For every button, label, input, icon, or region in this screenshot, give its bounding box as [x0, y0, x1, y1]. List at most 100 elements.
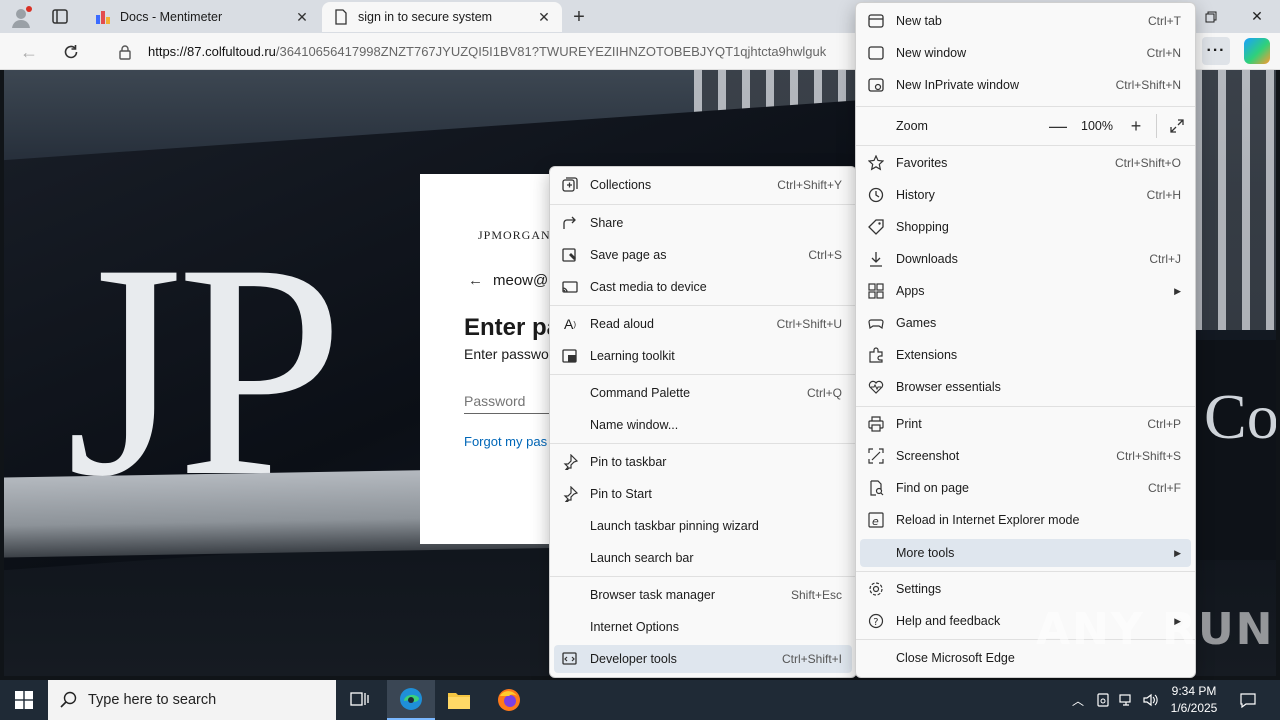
menu-item-label: Games [896, 316, 937, 330]
fullscreen-icon[interactable] [1163, 112, 1191, 140]
lock-icon[interactable] [118, 44, 134, 60]
menu-item-shortcut: Ctrl+T [1148, 14, 1181, 28]
menu-item-cast[interactable]: Cast media to device [554, 273, 852, 301]
notifications-icon[interactable] [1234, 680, 1262, 720]
menu-item-new-inprivate[interactable]: New InPrivate window Ctrl+Shift+N [860, 71, 1191, 99]
menu-item-label: Print [896, 417, 922, 431]
file-explorer-icon[interactable] [435, 680, 483, 720]
menu-item-find[interactable]: Find on page Ctrl+F [860, 474, 1191, 502]
close-tab-icon[interactable]: ✕ [536, 9, 552, 25]
tab-title: sign in to secure system [358, 10, 493, 24]
screenshot-icon [866, 446, 886, 466]
network-icon[interactable] [1116, 680, 1138, 720]
settings-and-more-button[interactable]: ··· [1202, 37, 1230, 65]
zoom-out-button[interactable]: — [1044, 112, 1072, 140]
menu-item-downloads[interactable]: Downloads Ctrl+J [860, 245, 1191, 273]
task-view-icon[interactable] [336, 680, 384, 720]
menu-item-shortcut: Ctrl+J [1149, 252, 1181, 266]
menu-item-shortcut: Ctrl+Shift+N [1115, 78, 1181, 92]
profile-avatar-icon[interactable] [8, 4, 34, 30]
menu-item-shopping[interactable]: Shopping [860, 213, 1191, 241]
menu-item-internet-options[interactable]: Internet Options [554, 613, 852, 641]
menu-item-share[interactable]: Share [554, 209, 852, 237]
back-arrow-icon[interactable]: ← [468, 272, 483, 289]
taskbar-clock[interactable]: 9:34 PM 1/6/2025 [1158, 683, 1230, 717]
menu-item-shortcut: Ctrl+H [1146, 188, 1181, 202]
close-window-icon[interactable]: ✕ [1234, 0, 1280, 33]
forgot-password-link[interactable]: Forgot my pas [464, 434, 547, 449]
menu-item-collections[interactable]: Collections Ctrl+Shift+Y [554, 171, 852, 199]
taskbar: Type here to search ︿ 9:34 PM 1/6/2025 [0, 680, 1280, 720]
zoom-label: Zoom [896, 119, 928, 133]
show-hidden-icons[interactable]: ︿ [1068, 680, 1088, 720]
menu-item-name-window[interactable]: Name window... [554, 411, 852, 439]
menu-item-screenshot[interactable]: Screenshot Ctrl+Shift+S [860, 442, 1191, 470]
menu-divider [856, 406, 1195, 407]
tab-actions-icon[interactable] [44, 4, 74, 30]
windows-start-icon[interactable] [0, 680, 48, 720]
account-identity: meow@ [493, 272, 549, 289]
menu-item-ie-mode[interactable]: e Reload in Internet Explorer mode [860, 506, 1191, 534]
menu-item-browser-essentials[interactable]: Browser essentials [860, 373, 1191, 401]
menu-item-label: Find on page [896, 481, 969, 495]
menu-item-print[interactable]: Print Ctrl+P [860, 410, 1191, 438]
anyrun-watermark: ANY RUN [1036, 604, 1275, 655]
menu-item-search-bar[interactable]: Launch search bar [554, 544, 852, 572]
close-tab-icon[interactable]: ✕ [294, 9, 310, 25]
heart-pulse-icon [866, 377, 886, 397]
firefox-icon[interactable] [485, 680, 533, 720]
menu-item-label: Internet Options [590, 620, 679, 634]
back-icon[interactable]: ← [16, 39, 42, 65]
menu-item-settings[interactable]: Settings [860, 575, 1191, 603]
menu-item-task-manager[interactable]: Browser task manager Shift+Esc [554, 581, 852, 609]
menu-item-label: Shopping [896, 220, 949, 234]
tab-mentimeter[interactable]: Docs - Mentimeter ✕ [84, 2, 320, 32]
device-icon[interactable] [1092, 680, 1114, 720]
print-icon [866, 414, 886, 434]
menu-item-favorites[interactable]: Favorites Ctrl+Shift+O [860, 149, 1191, 177]
menu-item-extensions[interactable]: Extensions [860, 341, 1191, 369]
tab-sign-in[interactable]: sign in to secure system ✕ [322, 2, 562, 32]
right-sign-text: Co. [1204, 381, 1276, 452]
menu-item-save-page[interactable]: Save page as Ctrl+S [554, 241, 852, 269]
menu-item-command-palette[interactable]: Command Palette Ctrl+Q [554, 379, 852, 407]
menu-item-label: Read aloud [590, 317, 654, 331]
menu-item-label: Launch taskbar pinning wizard [590, 519, 759, 533]
menu-item-new-window[interactable]: New window Ctrl+N [860, 39, 1191, 67]
menu-item-learning-toolkit[interactable]: Learning toolkit [554, 342, 852, 370]
menu-divider [550, 576, 856, 577]
new-tab-button[interactable]: + [566, 4, 592, 30]
menu-item-shortcut: Ctrl+N [1146, 46, 1181, 60]
taskbar-search-box[interactable]: Type here to search [48, 680, 336, 720]
menu-item-apps[interactable]: Apps ▶ [860, 277, 1191, 305]
refresh-icon[interactable] [58, 39, 84, 65]
internet-explorer-icon: e [866, 510, 886, 530]
password-field[interactable] [464, 388, 554, 414]
menu-item-label: Pin to Start [590, 487, 652, 501]
menu-item-pinning-wizard[interactable]: Launch taskbar pinning wizard [554, 512, 852, 540]
copilot-icon[interactable] [1244, 38, 1270, 64]
menu-item-pin-taskbar[interactable]: Pin to taskbar [554, 448, 852, 476]
address-bar[interactable]: https://87.colfultoud.ru/36410656417998Z… [108, 37, 868, 66]
zoom-divider [1156, 114, 1157, 138]
menu-item-label: Settings [896, 582, 942, 596]
menu-item-more-tools[interactable]: More tools ▶ [860, 539, 1191, 567]
menu-item-label: History [896, 188, 935, 202]
menu-divider [550, 443, 856, 444]
zoom-level: 100% [1081, 119, 1113, 133]
menu-item-shortcut: Shift+Esc [790, 588, 842, 602]
menu-item-label: Reload in Internet Explorer mode [896, 513, 1080, 527]
menu-item-shortcut: Ctrl+P [1147, 417, 1181, 431]
zoom-in-button[interactable]: + [1122, 112, 1150, 140]
menu-item-label: Pin to taskbar [590, 455, 667, 469]
menu-item-developer-tools[interactable]: Developer tools Ctrl+Shift+I [554, 645, 852, 673]
edge-taskbar-icon[interactable] [387, 680, 435, 720]
menu-item-games[interactable]: Games [860, 309, 1191, 337]
menu-item-pin-start[interactable]: Pin to Start [554, 480, 852, 508]
menu-item-new-tab[interactable]: New tab Ctrl+T [860, 7, 1191, 35]
menu-item-history[interactable]: History Ctrl+H [860, 181, 1191, 209]
menu-divider [550, 374, 856, 375]
menu-item-read-aloud[interactable]: A) Read aloud Ctrl+Shift+U [554, 310, 852, 338]
menu-item-label: Browser essentials [896, 380, 1001, 394]
menu-item-shortcut: Ctrl+Shift+I [781, 652, 842, 666]
